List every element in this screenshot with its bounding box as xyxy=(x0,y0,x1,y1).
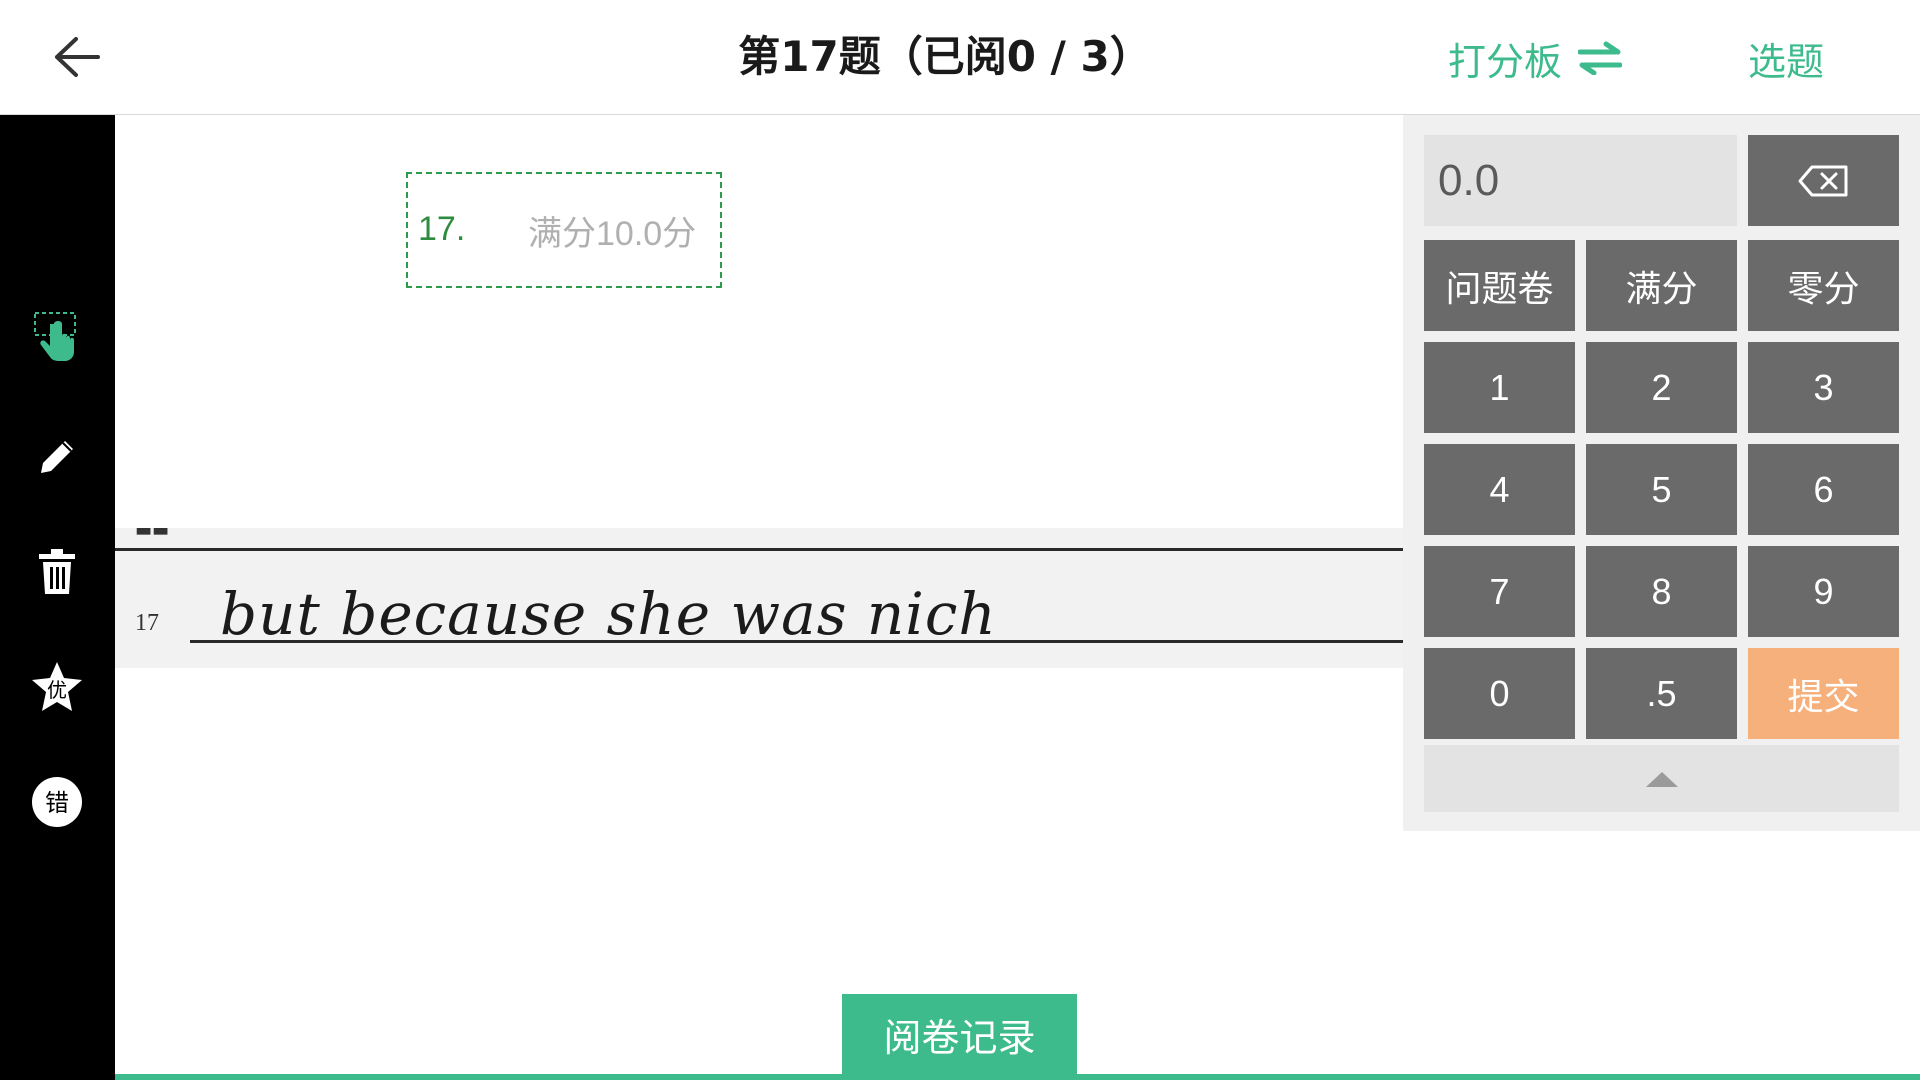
pen-tool-button[interactable] xyxy=(20,420,94,494)
key-8[interactable]: 8 xyxy=(1586,546,1737,637)
backspace-icon xyxy=(1798,165,1847,196)
excellent-label: 优 xyxy=(47,678,67,702)
key-6[interactable]: 6 xyxy=(1748,444,1899,535)
backspace-button[interactable] xyxy=(1748,135,1899,226)
key-7[interactable]: 7 xyxy=(1424,546,1575,637)
pencil-icon xyxy=(41,441,73,473)
select-tool-button[interactable] xyxy=(20,300,94,374)
swap-arrows-icon xyxy=(1578,41,1623,75)
score-display[interactable]: 0.0 xyxy=(1424,135,1737,226)
bottom-accent-bar xyxy=(115,1074,1920,1080)
question-number: 17. xyxy=(418,210,466,248)
key-half[interactable]: .5 xyxy=(1586,648,1737,739)
scoring-keypad: 0.0 问题卷 满分 零分 1 2 3 4 5 6 7 8 9 0 .5 提交 xyxy=(1403,115,1920,831)
full-score-button[interactable]: 满分 xyxy=(1586,240,1737,331)
key-4[interactable]: 4 xyxy=(1424,444,1575,535)
answer-line-number: 17 xyxy=(135,610,159,636)
grading-record-button[interactable]: 阅卷记录 xyxy=(842,994,1077,1074)
left-toolbar: 优 错 xyxy=(0,115,115,1080)
full-score-label: 满分10.0分 xyxy=(528,215,697,253)
delete-tool-button[interactable] xyxy=(20,535,94,609)
key-0[interactable]: 0 xyxy=(1424,648,1575,739)
problem-paper-button[interactable]: 问题卷 xyxy=(1424,240,1575,331)
wrong-tool-button[interactable]: 错 xyxy=(20,765,94,839)
key-1[interactable]: 1 xyxy=(1424,342,1575,433)
score-box[interactable]: 17. 满分10.0分 xyxy=(406,172,722,288)
key-5[interactable]: 5 xyxy=(1586,444,1737,535)
key-3[interactable]: 3 xyxy=(1748,342,1899,433)
collapse-keypad-button[interactable] xyxy=(1424,745,1899,812)
circle-icon: 错 xyxy=(32,777,82,827)
top-bar: 第17题（已阅0 / 3） 打分板 选题 xyxy=(0,0,1920,115)
cut-header-fragment: ▬▬ xyxy=(135,528,170,541)
key-2[interactable]: 2 xyxy=(1586,342,1737,433)
handwritten-answer: but because she was nich xyxy=(220,580,997,648)
trash-icon xyxy=(39,549,75,594)
key-9[interactable]: 9 xyxy=(1748,546,1899,637)
excellent-tool-button[interactable]: 优 xyxy=(20,650,94,724)
scoreboard-label: 打分板 xyxy=(1448,39,1563,84)
wrong-label: 错 xyxy=(45,789,69,817)
scoreboard-toggle-button[interactable]: 打分板 xyxy=(1448,30,1623,86)
star-icon: 优 xyxy=(32,662,82,711)
hand-pointer-icon xyxy=(34,312,76,361)
zero-score-button[interactable]: 零分 xyxy=(1748,240,1899,331)
triangle-up-icon xyxy=(1645,771,1678,787)
select-question-button[interactable]: 选题 xyxy=(1748,30,1824,86)
submit-button[interactable]: 提交 xyxy=(1748,648,1899,739)
